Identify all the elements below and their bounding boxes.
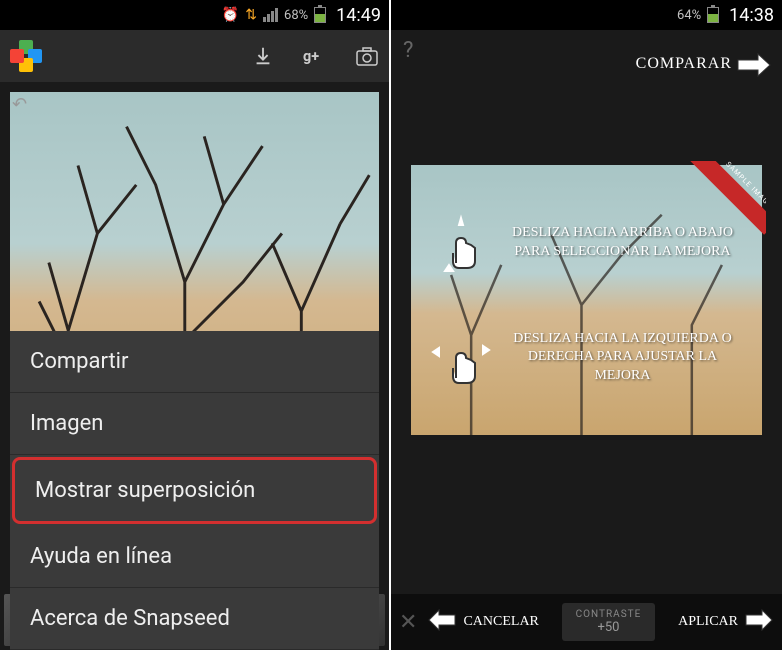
battery-pct: 64% <box>677 8 701 23</box>
adjustment-value-box[interactable]: CONTRASTE +50 <box>562 603 656 641</box>
adjustment-value: +50 <box>576 620 642 635</box>
alarm-icon: ⏰ <box>222 7 239 23</box>
adjustment-label: CONTRASTE <box>576 609 642 620</box>
status-bar: ⏰ ⇅ 68% 14:49 <box>0 0 389 30</box>
cancel-arrow-icon[interactable] <box>427 609 457 635</box>
action-bar: g+ <box>0 30 389 82</box>
battery-pct: 68% <box>284 8 308 23</box>
battery-icon <box>707 7 719 23</box>
snapseed-app-icon[interactable] <box>10 40 42 72</box>
compare-arrow-icon[interactable] <box>736 52 772 82</box>
apply-label: APLICAR <box>678 614 738 630</box>
swipe-horizontal-hand-icon <box>431 328 491 388</box>
menu-item-online-help[interactable]: Ayuda en línea <box>10 526 379 588</box>
overflow-menu: Compartir Imagen Mostrar superposición A… <box>10 331 379 650</box>
tutorial-text-vertical: DESLIZA HACIA ARRIBA O ABAJO PARA SELECC… <box>503 224 742 260</box>
svg-text:g+: g+ <box>303 48 319 65</box>
menu-item-share[interactable]: Compartir <box>10 331 379 393</box>
status-bar: 64% 14:38 <box>391 0 782 30</box>
menu-item-image[interactable]: Imagen <box>10 393 379 455</box>
battery-icon <box>314 7 326 23</box>
apply-arrow-icon[interactable] <box>744 609 774 635</box>
camera-icon[interactable] <box>355 44 379 68</box>
signal-icon <box>263 8 278 22</box>
clock-time: 14:49 <box>336 5 381 26</box>
tutorial-overlay: SAMPLE IMAGE DESLIZA HACIA ARRIBA <box>411 165 762 435</box>
dual-screenshot-container: ⏰ ⇅ 68% 14:49 g+ <box>0 0 782 650</box>
google-plus-icon[interactable]: g+ <box>303 44 327 68</box>
menu-item-about[interactable]: Acerca de Snapseed <box>10 588 379 650</box>
download-icon[interactable] <box>251 44 275 68</box>
help-icon[interactable]: ? <box>403 38 413 63</box>
undo-icon[interactable]: ↶ <box>12 94 27 115</box>
compare-label: COMPARAR <box>636 55 732 73</box>
clock-time: 14:38 <box>729 5 774 26</box>
tutorial-text-horizontal: DESLIZA HACIA LA IZQUIERDA O DERECHA PAR… <box>503 330 742 385</box>
close-icon[interactable]: ✕ <box>399 610 417 635</box>
screen-right: 64% 14:38 ? COMPARAR SAMPLE IMAGE <box>391 0 782 650</box>
swipe-vertical-hand-icon <box>431 213 491 273</box>
cancel-label: CANCELAR <box>463 614 538 630</box>
bottom-toolbar: ✕ CANCELAR CONTRASTE +50 APLICAR <box>391 594 782 650</box>
screen-left: ⏰ ⇅ 68% 14:49 g+ <box>0 0 391 650</box>
menu-item-show-overlay[interactable]: Mostrar superposición <box>12 457 377 524</box>
wifi-icon: ⇅ <box>245 7 257 23</box>
